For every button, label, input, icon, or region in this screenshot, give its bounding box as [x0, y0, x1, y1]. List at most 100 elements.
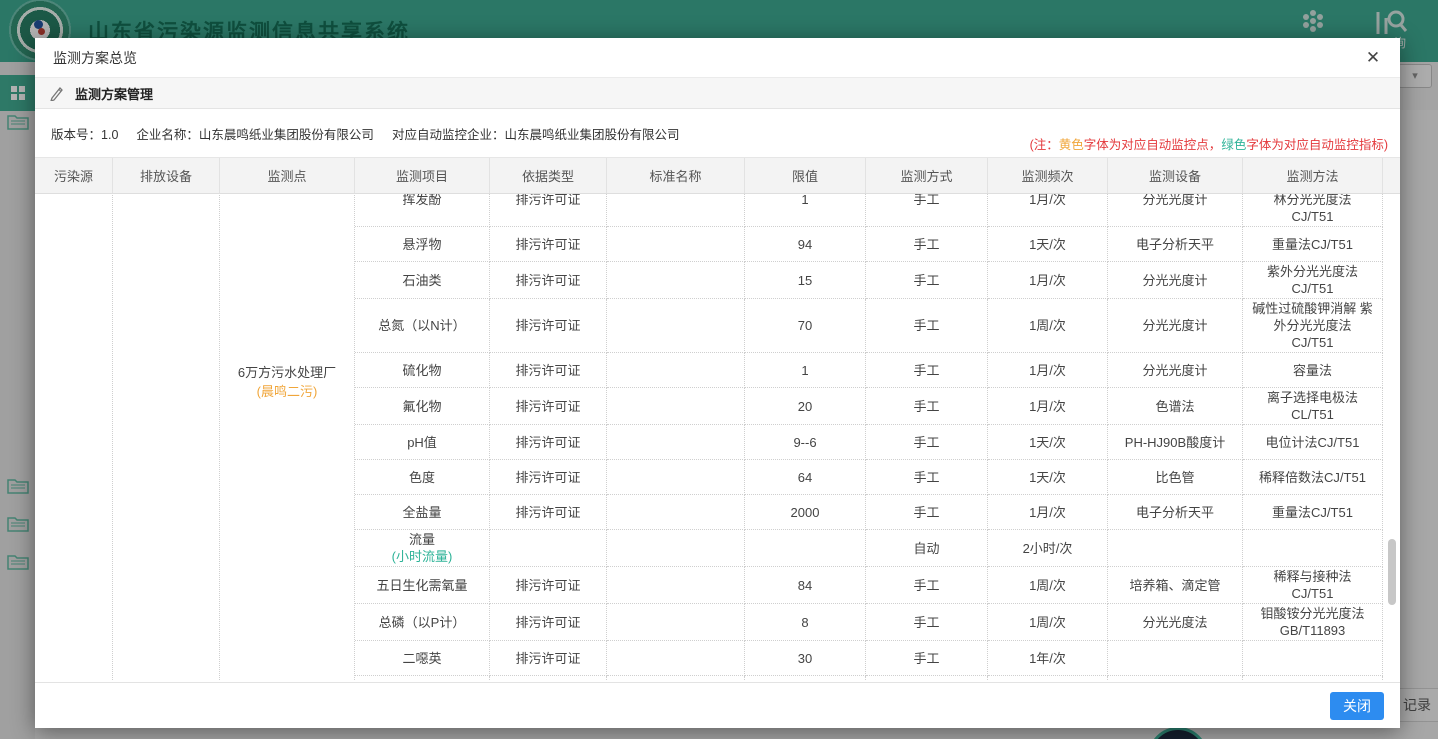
cell-method [1243, 641, 1383, 676]
empty-cell [607, 676, 745, 681]
cell-standard [607, 388, 745, 425]
cell-limit: 94 [745, 227, 866, 262]
cell-basis: 排污许可证 [490, 262, 607, 299]
cell-device [1108, 641, 1243, 676]
cell-item: 流量(小时流量) [355, 530, 490, 567]
cell-freq: 2小时/次 [988, 530, 1108, 567]
cell-limit: 9--6 [745, 425, 866, 460]
color-legend-note: (注：黄色字体为对应自动监控点，绿色字体为对应自动监控指标) [1030, 134, 1388, 153]
table-row: 五日生化需氧量排污许可证84手工1周/次培养箱、滴定管稀释与接种法 CJ/T51 [355, 567, 1383, 604]
cell-standard [607, 262, 745, 299]
cell-limit: 84 [745, 567, 866, 604]
cell-mode: 手工 [866, 299, 988, 353]
table-row: 悬浮物排污许可证94手工1天/次电子分析天平重量法CJ/T51 [355, 227, 1383, 262]
cell-mode: 手工 [866, 425, 988, 460]
cell-standard [607, 227, 745, 262]
cell-standard [607, 567, 745, 604]
empty-cell [1108, 676, 1243, 681]
cell-method: 蒸馏后4-氨基安替比林分光光度法 CJ/T51 [1243, 194, 1383, 227]
cell-mode: 手工 [866, 604, 988, 641]
cell-standard [607, 604, 745, 641]
cell-basis: 排污许可证 [490, 227, 607, 262]
cell-limit: 1 [745, 194, 866, 227]
column-header: 排放设备 [113, 158, 220, 193]
empty-row [355, 676, 1383, 681]
empty-cell [866, 676, 988, 681]
cell-device: 电子分析天平 [1108, 227, 1243, 262]
column-header: 监测项目 [355, 158, 490, 193]
table-row: 总磷（以P计）排污许可证8手工1周/次分光光度法钼酸铵分光光度法 GB/T118… [355, 604, 1383, 641]
cell-basis: 排污许可证 [490, 299, 607, 353]
close-icon[interactable]: ✕ [1362, 47, 1384, 69]
column-header: 标准名称 [607, 158, 745, 193]
cell-item: 总氮（以N计） [355, 299, 490, 353]
vertical-scrollbar-thumb[interactable] [1388, 539, 1396, 605]
cell-freq: 1月/次 [988, 388, 1108, 425]
plan-info-row: 版本号：1.0 企业名称：山东晨鸣纸业集团股份有限公司 对应自动监控企业：山东晨… [35, 109, 1400, 157]
monitor-point-label: 6万方污水处理厂 (晨鸣二污) [220, 363, 354, 401]
table-row: 硫化物排污许可证1手工1月/次分光光度计容量法 [355, 353, 1383, 388]
cell-method [1243, 530, 1383, 567]
cell-mode: 手工 [866, 227, 988, 262]
table-row: 二噁英排污许可证30手工1年/次 [355, 641, 1383, 676]
cell-item: 硫化物 [355, 353, 490, 388]
cell-device: 分光光度计 [1108, 262, 1243, 299]
table-rows: 挥发酚排污许可证1手工1月/次分光光度计蒸馏后4-氨基安替比林分光光度法 CJ/… [355, 194, 1383, 681]
cell-device: 分光光度计 [1108, 194, 1243, 227]
cell-basis: 排污许可证 [490, 194, 607, 227]
cell-method: 紫外分光光度法 CJ/T51 [1243, 262, 1383, 299]
cell-item: 总磷（以P计） [355, 604, 490, 641]
cell-freq: 1年/次 [988, 641, 1108, 676]
cell-freq: 1周/次 [988, 567, 1108, 604]
cell-standard [607, 530, 745, 567]
cell-limit: 2000 [745, 495, 866, 530]
cell-device: 分光光度计 [1108, 353, 1243, 388]
cell-freq: 1天/次 [988, 460, 1108, 495]
cell-basis: 排污许可证 [490, 388, 607, 425]
cell-mode: 手工 [866, 194, 988, 227]
modal-title: 监测方案总览 [53, 48, 137, 68]
column-header: 限值 [745, 158, 866, 193]
monitor-point-merged-cell: 6万方污水处理厂 (晨鸣二污) [220, 194, 355, 681]
cell-device: 比色管 [1108, 460, 1243, 495]
cell-mode: 手工 [866, 641, 988, 676]
cell-mode: 手工 [866, 262, 988, 299]
auto-company-field: 对应自动监控企业：山东晨鸣纸业集团股份有限公司 [392, 124, 680, 143]
table-row: 石油类排污许可证15手工1月/次分光光度计紫外分光光度法 CJ/T51 [355, 262, 1383, 299]
cell-basis: 排污许可证 [490, 641, 607, 676]
cell-item: 悬浮物 [355, 227, 490, 262]
close-button[interactable]: 关闭 [1330, 692, 1384, 720]
cell-freq: 1月/次 [988, 353, 1108, 388]
cell-method: 钼酸铵分光光度法 GB/T11893 [1243, 604, 1383, 641]
cell-limit: 1 [745, 353, 866, 388]
pencil-icon [49, 85, 65, 101]
cell-freq: 1天/次 [988, 425, 1108, 460]
cell-device: 色谱法 [1108, 388, 1243, 425]
cell-limit: 64 [745, 460, 866, 495]
monitor-point-alias: (晨鸣二污) [220, 382, 354, 401]
table-body-scroll-area[interactable]: 6万方污水处理厂 (晨鸣二污) 挥发酚排污许可证1手工1月/次分光光度计蒸馏后4… [35, 194, 1400, 681]
empty-cell [355, 676, 490, 681]
table-row: pH值排污许可证9--6手工1天/次PH-HJ90B酸度计电位计法CJ/T51 [355, 425, 1383, 460]
cell-basis: 排污许可证 [490, 353, 607, 388]
cell-limit: 15 [745, 262, 866, 299]
version-value: 1.0 [101, 128, 118, 142]
cell-basis: 排污许可证 [490, 567, 607, 604]
cell-device: 分光光度计 [1108, 299, 1243, 353]
section-header: 监测方案管理 [35, 78, 1400, 109]
cell-limit: 70 [745, 299, 866, 353]
column-header: 监测设备 [1108, 158, 1243, 193]
section-title: 监测方案管理 [75, 84, 153, 103]
cell-item: 五日生化需氧量 [355, 567, 490, 604]
cell-freq: 1月/次 [988, 495, 1108, 530]
empty-cell [988, 676, 1108, 681]
cell-item: 挥发酚 [355, 194, 490, 227]
column-header: 监测点 [220, 158, 355, 193]
cell-standard [607, 353, 745, 388]
modal-footer: 关闭 [35, 682, 1400, 728]
cell-method: 稀释与接种法 CJ/T51 [1243, 567, 1383, 604]
cell-standard [607, 460, 745, 495]
auto-indicator-sub-label: (小时流量) [392, 548, 453, 565]
cell-mode: 手工 [866, 353, 988, 388]
cell-basis: 排污许可证 [490, 604, 607, 641]
